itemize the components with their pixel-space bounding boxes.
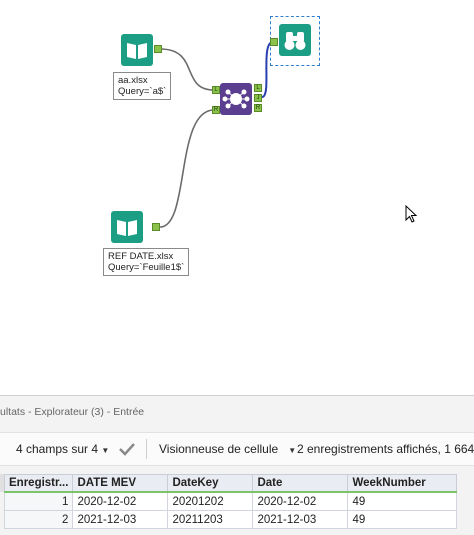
results-panel: ultats - Explorateur (3) - Entrée 4 cham… (0, 395, 474, 535)
input2-file-label: REF DATE.xlsx (108, 251, 174, 262)
input-data-tool-1[interactable] (121, 34, 153, 66)
book-icon (117, 220, 137, 236)
book-icon (127, 43, 147, 59)
join-left-output-anchor[interactable]: L (254, 84, 262, 92)
toolbar-divider (146, 439, 147, 459)
input1-annotation: aa.xlsx Query=`a$` (113, 72, 172, 100)
join-icon (222, 89, 250, 109)
input-data-tool-2[interactable] (111, 211, 143, 243)
input2-query-label: Query=`Feuille1$` (108, 262, 185, 273)
input2-annotation: REF DATE.xlsx Query=`Feuille1$` (103, 248, 190, 276)
table-row[interactable]: 1 2020-12-02 20201202 2020-12-02 49 (3, 491, 458, 511)
mouse-cursor-icon (405, 205, 418, 223)
join-right-input-anchor[interactable]: R (212, 106, 220, 114)
cell-date-mev[interactable]: 2021-12-03 (72, 510, 169, 529)
join-inner-output-anchor[interactable]: J (254, 94, 262, 102)
fields-selector-dropdown[interactable]: 4 champs sur 4 ▼ (16, 442, 109, 456)
grid-header-row: Enregistr... DATE MEV DateKey Date WeekN… (3, 474, 458, 493)
input2-output-anchor[interactable] (152, 223, 160, 231)
column-header-date[interactable]: Date (252, 474, 349, 493)
cell-weeknumber[interactable]: 49 (347, 510, 458, 529)
records-status: 2 enregistrements affichés, 1 664 o (297, 442, 474, 456)
cell-date-mev[interactable]: 2020-12-02 (72, 491, 169, 511)
cell-datekey[interactable]: 20211203 (167, 510, 254, 529)
join-tool[interactable] (220, 83, 252, 115)
results-toolbar: 4 champs sur 4 ▼ Visionneuse de cellule … (0, 432, 474, 466)
row-number: 1 (3, 491, 74, 511)
input1-output-anchor[interactable] (154, 45, 162, 53)
cell-viewer-label: Visionneuse de cellule (159, 442, 279, 456)
cell-date[interactable]: 2020-12-02 (252, 491, 349, 511)
column-header-record[interactable]: Enregistr... (3, 474, 74, 493)
cell-date[interactable]: 2021-12-03 (252, 510, 349, 529)
cell-viewer-dropdown[interactable]: Visionneuse de cellule ▼ (159, 442, 296, 456)
column-header-datekey[interactable]: DateKey (167, 474, 254, 493)
results-title: ultats - Explorateur (3) - Entrée (0, 406, 145, 418)
cell-weeknumber[interactable]: 49 (347, 491, 458, 511)
column-header-weeknumber[interactable]: WeekNumber (347, 474, 458, 493)
results-grid[interactable]: Enregistr... DATE MEV DateKey Date WeekN… (3, 474, 458, 529)
binoculars-icon (284, 32, 306, 50)
join-right-output-anchor[interactable]: R (254, 104, 262, 112)
cell-datekey[interactable]: 20201202 (167, 491, 254, 511)
workflow-canvas[interactable]: aa.xlsx Query=`a$` REF DATE.xlsx Query=`… (0, 0, 474, 395)
chevron-down-icon: ▼ (101, 446, 110, 455)
connection-lines (159, 41, 274, 228)
column-header-date-mev[interactable]: DATE MEV (72, 474, 169, 493)
row-number: 2 (3, 510, 74, 529)
fields-selector-label: 4 champs sur 4 (16, 442, 99, 456)
chevron-down-icon: ▼ (288, 446, 297, 455)
input1-query-label: Query=`a$` (118, 86, 167, 97)
table-row[interactable]: 2 2021-12-03 20211203 2021-12-03 49 (3, 510, 458, 529)
checkmark-icon[interactable] (118, 442, 136, 456)
browse-tool[interactable] (279, 24, 311, 56)
browse-input-anchor[interactable] (270, 38, 278, 46)
join-left-input-anchor[interactable]: L (212, 86, 220, 94)
input1-file-label: aa.xlsx (118, 75, 148, 86)
